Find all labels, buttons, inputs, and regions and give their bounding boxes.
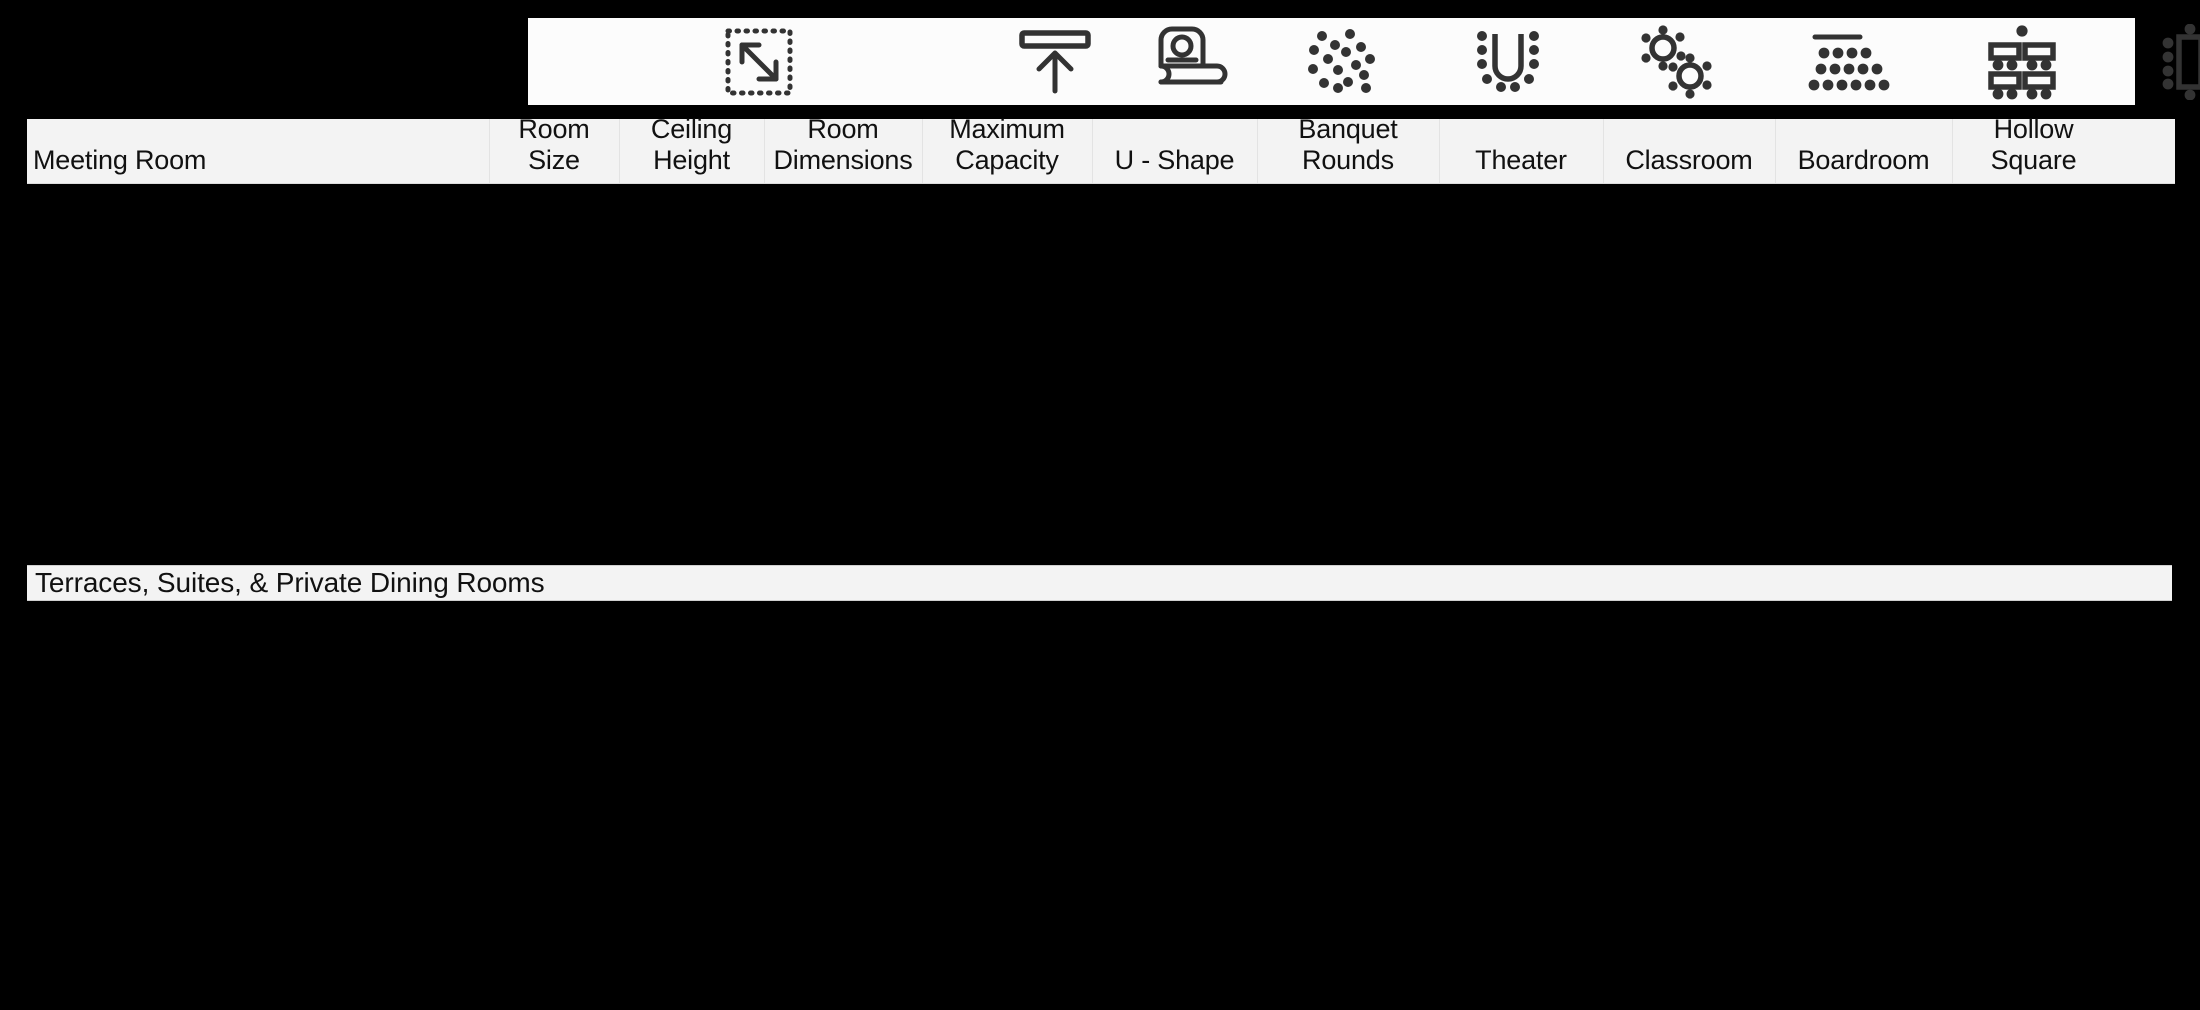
column-header-room-size[interactable]: Room Size <box>489 114 619 183</box>
column-header-label: U - Shape <box>1114 145 1235 175</box>
section-table-body <box>27 602 2175 1002</box>
ceiling-height-icon <box>990 18 1120 105</box>
column-header-theater[interactable]: Theater <box>1439 119 1603 183</box>
room-size-expand-icon <box>528 18 990 105</box>
room-dimensions-icon <box>1120 18 1265 105</box>
column-header-label: Classroom <box>1625 145 1753 175</box>
column-header-classroom[interactable]: Classroom <box>1603 119 1775 183</box>
capacity-chart-page: Meeting Room Room Size Ceiling Height Ro… <box>0 0 2200 1010</box>
column-header-boardroom[interactable]: Boardroom <box>1775 119 1952 183</box>
column-header-meeting-room[interactable]: Meeting Room <box>27 119 489 183</box>
u-shape-icon <box>1423 18 1593 105</box>
column-header-label: Hollow Square <box>1990 114 2077 175</box>
column-header-label: Banquet Rounds <box>1298 114 1398 175</box>
column-header-label: Ceiling Height <box>650 114 733 175</box>
maximum-capacity-icon <box>1265 18 1423 105</box>
column-header-banquet-rounds[interactable]: Banquet Rounds <box>1257 114 1439 183</box>
theater-icon <box>1758 18 1940 105</box>
capacity-table-header-row: Meeting Room Room Size Ceiling Height Ro… <box>27 114 2175 184</box>
boardroom-icon <box>2104 18 2200 105</box>
column-header-maximum-capacity[interactable]: Maximum Capacity <box>922 114 1092 183</box>
column-header-ceiling-height[interactable]: Ceiling Height <box>619 114 764 183</box>
column-header-hollow-square[interactable]: Hollow Square <box>1952 114 2115 183</box>
column-header-label: Theater <box>1475 145 1567 175</box>
setup-style-icon-bar <box>528 18 2200 105</box>
column-header-label: Room Dimensions <box>773 114 913 175</box>
column-header-label: Room Size <box>518 114 590 175</box>
column-header-room-dimensions[interactable]: Room Dimensions <box>764 114 922 183</box>
column-header-label: Meeting Room <box>33 145 207 175</box>
capacity-table-body <box>27 184 2175 564</box>
column-header-u-shape[interactable]: U - Shape <box>1092 119 1257 183</box>
section-header-terraces-suites-private-dining-rooms[interactable]: Terraces, Suites, & Private Dining Rooms <box>27 565 2172 601</box>
section-header-label: Terraces, Suites, & Private Dining Rooms <box>35 567 545 598</box>
classroom-icon <box>1940 18 2104 105</box>
column-header-label: Boardroom <box>1797 145 1930 175</box>
column-header-label: Maximum Capacity <box>949 114 1065 175</box>
banquet-rounds-icon <box>1593 18 1758 105</box>
